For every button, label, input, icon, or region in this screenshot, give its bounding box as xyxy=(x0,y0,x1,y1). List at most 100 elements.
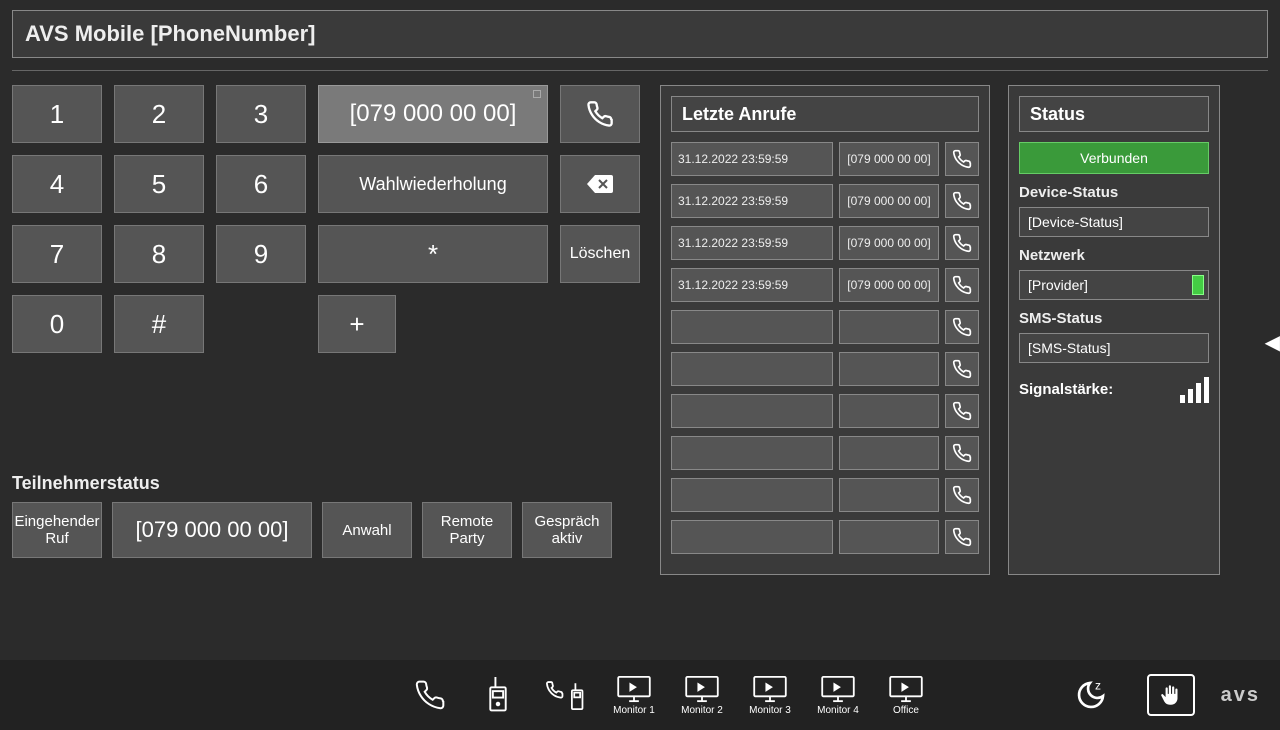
phone-icon xyxy=(952,401,972,421)
signal-label: Signalstärke: xyxy=(1019,381,1180,398)
radio-app-icon[interactable] xyxy=(468,665,528,725)
call-dial-button[interactable] xyxy=(945,394,979,428)
sms-status-value: [SMS-Status] xyxy=(1019,333,1209,363)
monitor-label: Monitor 3 xyxy=(749,705,791,716)
call-button[interactable] xyxy=(560,85,640,143)
call-number: [079 000 00 00] xyxy=(839,268,939,302)
status-header: Status xyxy=(1019,96,1209,132)
key-2[interactable]: 2 xyxy=(114,85,204,143)
call-dial-button[interactable] xyxy=(945,436,979,470)
expand-arrow-icon[interactable]: ◀ xyxy=(1265,330,1280,355)
backspace-button[interactable] xyxy=(560,155,640,213)
key-9[interactable]: 9 xyxy=(216,225,306,283)
phone-icon xyxy=(586,100,614,128)
clear-button[interactable]: Löschen xyxy=(560,225,640,283)
dial-display: [079 000 00 00] xyxy=(318,85,548,143)
call-dial-button[interactable] xyxy=(945,226,979,260)
call-number: [079 000 00 00] xyxy=(839,184,939,218)
recent-call-row: 31.12.2022 23:59:59[079 000 00 00] xyxy=(671,142,979,176)
dial-display-value: [079 000 00 00] xyxy=(350,100,517,128)
call-active-cell: Gespräch aktiv xyxy=(522,502,612,558)
call-dial-button[interactable] xyxy=(945,142,979,176)
phone-icon xyxy=(952,149,972,169)
anwahl-cell[interactable]: Anwahl xyxy=(322,502,412,558)
edit-indicator-icon xyxy=(533,90,541,98)
recent-call-row: 31.12.2022 23:59:59[079 000 00 00] xyxy=(671,226,979,260)
phone-icon xyxy=(414,679,446,711)
network-value: [Provider] xyxy=(1019,270,1209,300)
key-0[interactable]: 0 xyxy=(12,295,102,353)
monitor-icon xyxy=(821,675,855,703)
call-dial-button[interactable] xyxy=(945,520,979,554)
monitor-label: Office xyxy=(893,705,919,716)
network-indicator-icon xyxy=(1192,275,1204,295)
call-dial-button[interactable] xyxy=(945,352,979,386)
call-dial-button[interactable] xyxy=(945,184,979,218)
incoming-call-cell: Eingehender Ruf xyxy=(12,502,102,558)
dial-panel: 1 2 3 [079 000 00 00] 4 5 6 Wahlwiederho… xyxy=(12,85,642,575)
recent-call-row xyxy=(671,352,979,386)
recent-call-row xyxy=(671,310,979,344)
sleep-button[interactable]: z xyxy=(1061,665,1121,725)
recent-call-row xyxy=(671,520,979,554)
call-dial-button[interactable] xyxy=(945,310,979,344)
connection-status: Verbunden xyxy=(1019,142,1209,174)
key-hash[interactable]: # xyxy=(114,295,204,353)
key-7[interactable]: 7 xyxy=(12,225,102,283)
svg-text:z: z xyxy=(1095,679,1101,693)
call-number xyxy=(839,520,939,554)
phone-icon xyxy=(952,233,972,253)
monitor-label: Monitor 4 xyxy=(817,705,859,716)
call-time: 31.12.2022 23:59:59 xyxy=(671,142,833,176)
radio-icon xyxy=(484,677,512,713)
call-time: 31.12.2022 23:59:59 xyxy=(671,184,833,218)
network-label: Netzwerk xyxy=(1019,247,1209,264)
network-provider: [Provider] xyxy=(1028,277,1088,293)
key-5[interactable]: 5 xyxy=(114,155,204,213)
call-number: [079 000 00 00] xyxy=(839,226,939,260)
call-time: 31.12.2022 23:59:59 xyxy=(671,268,833,302)
phone-icon xyxy=(952,443,972,463)
monitor-button-1[interactable]: Monitor 1 xyxy=(604,665,664,725)
monitor-label: Monitor 2 xyxy=(681,705,723,716)
clean-button[interactable] xyxy=(1147,674,1195,716)
phone-icon xyxy=(952,317,972,337)
remote-party-cell: Remote Party xyxy=(422,502,512,558)
phone-radio-app-icon[interactable] xyxy=(536,665,596,725)
participant-status: Teilnehmerstatus Eingehender Ruf [079 00… xyxy=(12,473,642,558)
key-plus[interactable]: + xyxy=(318,295,396,353)
monitor-icon xyxy=(685,675,719,703)
sms-status-label: SMS-Status xyxy=(1019,310,1209,327)
redial-button[interactable]: Wahlwiederholung xyxy=(318,155,548,213)
monitor-button-5[interactable]: Office xyxy=(876,665,936,725)
call-time xyxy=(671,394,833,428)
key-8[interactable]: 8 xyxy=(114,225,204,283)
key-4[interactable]: 4 xyxy=(12,155,102,213)
call-number: [079 000 00 00] xyxy=(839,142,939,176)
key-6[interactable]: 6 xyxy=(216,155,306,213)
monitor-button-3[interactable]: Monitor 3 xyxy=(740,665,800,725)
monitor-button-4[interactable]: Monitor 4 xyxy=(808,665,868,725)
key-1[interactable]: 1 xyxy=(12,85,102,143)
phone-app-icon[interactable] xyxy=(400,665,460,725)
status-panel: Status Verbunden Device-Status [Device-S… xyxy=(1008,85,1220,575)
phone-icon xyxy=(952,527,972,547)
monitor-icon xyxy=(753,675,787,703)
call-number xyxy=(839,478,939,512)
call-number xyxy=(839,436,939,470)
monitor-button-2[interactable]: Monitor 2 xyxy=(672,665,732,725)
recent-call-row xyxy=(671,478,979,512)
call-number xyxy=(839,394,939,428)
phone-radio-icon xyxy=(546,677,586,713)
participant-number: [079 000 00 00] xyxy=(112,502,312,558)
key-star[interactable]: * xyxy=(318,225,548,283)
recent-call-row xyxy=(671,436,979,470)
call-dial-button[interactable] xyxy=(945,478,979,512)
call-time xyxy=(671,436,833,470)
window-title: AVS Mobile [PhoneNumber] xyxy=(12,10,1268,58)
key-3[interactable]: 3 xyxy=(216,85,306,143)
device-status-label: Device-Status xyxy=(1019,184,1209,201)
recent-calls-header: Letzte Anrufe xyxy=(671,96,979,132)
phone-icon xyxy=(952,485,972,505)
call-dial-button[interactable] xyxy=(945,268,979,302)
